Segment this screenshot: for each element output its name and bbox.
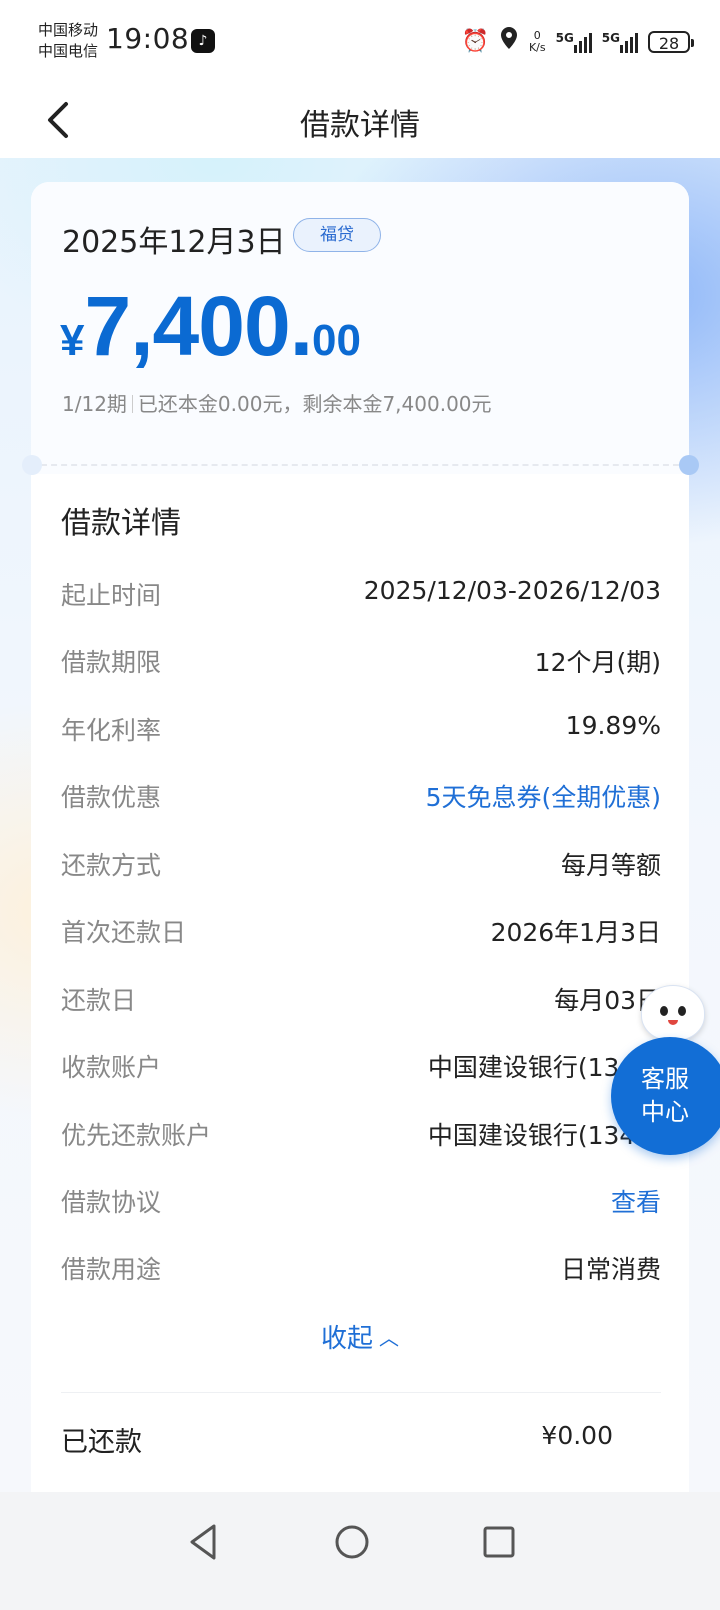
signal-2: 5G <box>602 31 638 53</box>
detail-value: 2025/12/03-2026/12/03 <box>363 576 661 605</box>
triangle-back-icon <box>190 1524 216 1560</box>
loan-amount: ¥7,400.00 <box>60 278 361 375</box>
loan-date: 2025年12月3日 <box>62 225 286 260</box>
location-icon <box>499 26 519 58</box>
carrier-info: 中国移动 中国电信 <box>38 20 98 62</box>
page-title: 借款详情 <box>300 108 420 143</box>
card-notch-right <box>679 455 699 475</box>
detail-label: 还款方式 <box>61 851 162 880</box>
nav-recents-button[interactable] <box>479 1522 519 1562</box>
status-icons: ⏰ 0 K/s 5G 5G 28 <box>461 26 694 58</box>
detail-row-rate: 年化利率 19.89% <box>61 711 661 751</box>
circle-home-icon <box>335 1525 369 1559</box>
signal-1: 5G <box>556 31 592 53</box>
product-tag: 福贷 <box>293 218 381 252</box>
network-type-2: 5G <box>601 31 620 45</box>
carrier-1: 中国移动 <box>38 21 99 39</box>
network-type-1: 5G <box>555 31 574 45</box>
detail-row-repayment-account: 优先还款账户 中国建设银行(1343) <box>61 1116 661 1156</box>
cs-label-line1: 客服 <box>641 1065 689 1093</box>
detail-label: 收款账户 <box>61 1053 162 1082</box>
detail-row-discount[interactable]: 借款优惠 5天免息券(全期优惠) <box>61 778 661 818</box>
cs-label-line2: 中心 <box>641 1098 689 1126</box>
detail-label: 借款用途 <box>61 1255 162 1284</box>
detail-label: 起止时间 <box>61 581 162 610</box>
detail-value: 2026年1月3日 <box>490 918 661 947</box>
chevron-up-icon: ︿ <box>379 1326 399 1350</box>
detail-row-first-repayment: 首次还款日 2026年1月3日 <box>61 913 661 953</box>
nav-back-button[interactable] <box>186 1522 226 1562</box>
dashed-divider <box>31 464 689 466</box>
detail-row-term: 借款期限 12个月(期) <box>61 643 661 683</box>
loan-summary: 2025年12月3日 福贷 ¥7,400.00 1/12期 已还本金0.00元，剩… <box>31 182 689 474</box>
carrier-2: 中国电信 <box>38 42 99 60</box>
mascot-eye <box>678 1006 686 1016</box>
detail-label: 借款协议 <box>61 1188 162 1217</box>
detail-label: 借款优惠 <box>61 783 162 812</box>
detail-row-purpose: 借款用途 日常消费 <box>61 1250 661 1290</box>
card-notch-left <box>22 455 42 475</box>
network-speed-unit: K/s <box>528 41 546 54</box>
detail-label: 优先还款账户 <box>61 1121 212 1150</box>
customer-service-bubble[interactable]: 客服 中心 <box>611 1037 720 1155</box>
detail-value: 每月等额 <box>560 851 661 880</box>
nav-bar: 借款详情 <box>0 84 720 158</box>
separator <box>131 395 133 413</box>
detail-row-receiving-account: 收款账户 中国建设银行(1343) <box>61 1048 661 1088</box>
network-speed: 0 K/s <box>529 30 546 54</box>
detail-label: 年化利率 <box>61 716 162 745</box>
detail-row-agreement: 借款协议 查看 <box>61 1183 661 1223</box>
detail-row-repayment-day: 还款日 每月03日 <box>61 981 661 1021</box>
detail-row-repayment-method: 还款方式 每月等额 <box>61 846 661 886</box>
detail-value: 日常消费 <box>560 1255 661 1284</box>
status-bar: 中国移动 中国电信 19:08 ♪ ⏰ 0 K/s 5G 5G 28 <box>0 0 720 84</box>
detail-label: 还款日 <box>61 986 137 1015</box>
term-progress: 1/12期 <box>62 392 127 416</box>
system-navigation-bar <box>0 1492 720 1610</box>
nav-home-button[interactable] <box>332 1522 372 1562</box>
signal-bars-icon <box>620 31 638 53</box>
detail-value: 19.89% <box>565 711 661 740</box>
detail-row-period: 起止时间 2025/12/03-2026/12/03 <box>61 576 661 616</box>
repayment-progress: 1/12期 已还本金0.00元，剩余本金7,400.00元 <box>62 388 492 417</box>
tiktok-notification-icon: ♪ <box>191 29 215 53</box>
status-time: 19:08 <box>106 22 190 55</box>
detail-label: 首次还款日 <box>61 918 187 947</box>
mascot-eye <box>660 1006 668 1016</box>
section-divider <box>61 1392 661 1393</box>
view-agreement-link[interactable]: 查看 <box>611 1183 661 1219</box>
detail-label: 借款期限 <box>61 648 162 677</box>
collapse-label: 收起 <box>320 1324 373 1354</box>
mascot-mouth <box>668 1020 678 1025</box>
square-recents-icon <box>483 1526 515 1558</box>
principal-summary: 已还本金0.00元，剩余本金7,400.00元 <box>137 392 492 416</box>
collapse-button[interactable]: 收起 ︿ <box>0 1318 720 1355</box>
mascot-icon <box>641 985 705 1041</box>
battery-icon: 28 <box>648 31 694 53</box>
signal-bars-icon <box>573 31 592 53</box>
details-section-title: 借款详情 <box>61 506 181 541</box>
amount-integer: 7,400. <box>84 279 313 373</box>
discount-link[interactable]: 5天免息券(全期优惠) <box>426 778 661 814</box>
detail-value: 12个月(期) <box>534 648 661 677</box>
customer-service-button[interactable]: 客服 中心 <box>611 985 720 1160</box>
alarm-icon: ⏰ <box>461 29 489 54</box>
currency-symbol: ¥ <box>60 316 85 365</box>
repaid-label: 已还款 <box>61 1427 142 1458</box>
repaid-value: ¥0.00 <box>541 1421 613 1450</box>
amount-decimal: 00 <box>312 316 361 365</box>
